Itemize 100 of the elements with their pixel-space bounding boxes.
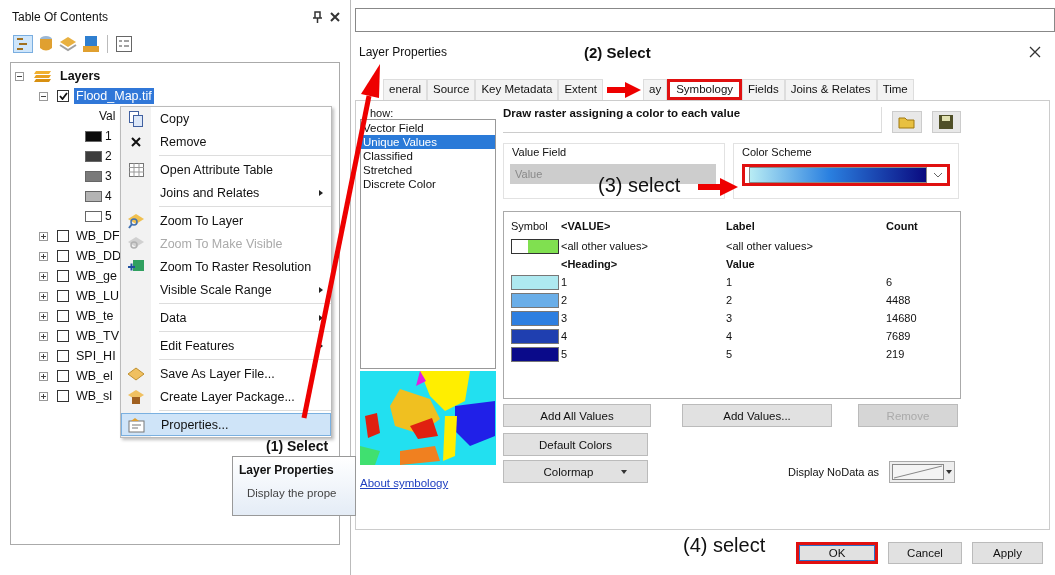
action-button[interactable]: Add Values... <box>682 404 832 427</box>
nodata-color-dropdown[interactable] <box>889 460 956 483</box>
menu-item[interactable]: Edit Features <box>121 334 331 357</box>
menu-item[interactable]: Open Attribute Table <box>121 158 331 181</box>
layer-checkbox[interactable] <box>57 310 69 322</box>
symbol-swatch[interactable] <box>511 274 559 290</box>
expander-icon[interactable] <box>39 351 48 361</box>
expander-icon[interactable] <box>39 291 48 301</box>
dialog-button[interactable]: Cancel <box>888 541 962 564</box>
layers-icon[interactable] <box>59 36 77 52</box>
layer-name[interactable]: WB_te <box>74 308 116 324</box>
close-icon[interactable] <box>330 12 340 22</box>
layer-group-label[interactable]: Layers <box>58 68 103 84</box>
column-header[interactable]: <VALUE> <box>561 220 726 232</box>
menu-item[interactable]: Zoom To Layer <box>121 209 331 232</box>
expander-icon[interactable] <box>39 311 48 321</box>
source-icon[interactable] <box>83 35 99 53</box>
layer-checkbox[interactable] <box>57 330 69 342</box>
tab[interactable]: ay <box>643 79 668 100</box>
list-item[interactable]: Discrete Color <box>361 177 495 191</box>
dialog-button[interactable]: OK <box>796 541 878 564</box>
menu-item[interactable]: Save As Layer File... <box>121 362 331 385</box>
expander-icon[interactable] <box>39 391 48 401</box>
annotation-text: (1) Select <box>266 439 329 453</box>
layer-name[interactable]: WB_sl <box>74 388 115 404</box>
menu-item[interactable]: Zoom To Raster Resolution <box>121 255 331 278</box>
caret-icon <box>946 469 953 474</box>
tab[interactable]: Key Metadata <box>475 79 559 100</box>
about-symbology-link[interactable]: About symbology <box>360 477 496 489</box>
default-colors-button[interactable]: Default Colors <box>503 433 648 456</box>
colormap-dropdown[interactable]: Colormap <box>503 460 648 483</box>
expander-icon[interactable] <box>39 371 48 381</box>
list-item[interactable]: Unique Values <box>361 135 495 149</box>
save-button[interactable] <box>931 111 961 133</box>
list-by-drawing-order-icon[interactable] <box>13 35 33 53</box>
tab[interactable]: Fields <box>742 79 785 100</box>
tab[interactable]: Source <box>426 79 476 100</box>
layer-name[interactable]: WB_DF <box>74 228 122 244</box>
save-icon <box>939 115 954 129</box>
menu-item[interactable]: Joins and Relates <box>121 181 331 204</box>
menu-item[interactable]: Remove <box>121 130 331 153</box>
expander-icon[interactable] <box>39 251 48 261</box>
dialog-title: Layer Properties <box>359 45 448 59</box>
layer-checkbox[interactable] <box>57 270 69 282</box>
tooltip-text: Display the prope <box>246 487 338 499</box>
menu-item[interactable]: Copy <box>121 107 331 130</box>
column-header[interactable]: Count <box>886 220 956 232</box>
tab[interactable]: Extent <box>558 79 603 100</box>
table-cell-text: 2 <box>561 294 569 306</box>
layer-checkbox[interactable] <box>57 370 69 382</box>
menu-item[interactable]: Data <box>121 306 331 329</box>
color-ramp-dropdown[interactable] <box>742 164 950 186</box>
input-field[interactable] <box>355 8 1055 32</box>
menu-item[interactable]: Properties... <box>121 413 331 436</box>
list-item[interactable]: Stretched <box>361 163 495 177</box>
layer-name[interactable]: Flood_Map.tif <box>74 88 154 104</box>
dialog-button[interactable]: Apply <box>972 541 1043 564</box>
layer-name[interactable]: WB_LU <box>74 288 122 304</box>
tab[interactable]: Time <box>876 79 914 100</box>
legend-heading: Val <box>99 108 116 125</box>
layer-checkbox[interactable] <box>57 390 69 402</box>
legend-label: 1 <box>105 129 112 143</box>
expander-icon[interactable] <box>15 71 24 81</box>
layer-name[interactable]: WB_ge <box>74 268 119 284</box>
tab[interactable]: Symbology <box>667 79 743 100</box>
expander-icon[interactable] <box>39 231 48 241</box>
table-cell-text: 4488 <box>886 294 912 306</box>
layer-checkbox[interactable] <box>57 90 69 102</box>
layer-name[interactable]: WB_el <box>74 368 115 384</box>
layer-name[interactable]: WB_TV <box>74 328 122 344</box>
symbol-swatch[interactable] <box>511 346 559 362</box>
expander-icon[interactable] <box>39 271 48 281</box>
column-header[interactable]: Symbol <box>511 220 561 232</box>
list-item[interactable]: Classified <box>361 149 495 163</box>
symbol-swatch[interactable] <box>511 328 559 344</box>
layer-checkbox[interactable] <box>57 350 69 362</box>
symbol-swatch[interactable] <box>511 310 559 326</box>
properties-icon <box>128 416 146 433</box>
legend-label: 2 <box>105 149 112 163</box>
symbol-swatch[interactable] <box>511 238 559 254</box>
tooltip-title: Layer Properties <box>239 463 335 477</box>
tab[interactable]: eneral <box>383 79 427 100</box>
layer-checkbox[interactable] <box>57 290 69 302</box>
layer-checkbox[interactable] <box>57 230 69 242</box>
symbol-swatch[interactable] <box>511 292 559 308</box>
layer-name[interactable]: SPI_HI <box>74 348 118 364</box>
menu-item[interactable]: Create Layer Package... <box>121 385 331 408</box>
pin-icon[interactable] <box>313 11 322 23</box>
options-icon[interactable] <box>116 36 132 52</box>
tab[interactable]: Joins & Relates <box>784 79 877 100</box>
package-icon <box>127 388 145 405</box>
close-icon[interactable] <box>1029 46 1041 58</box>
layer-checkbox[interactable] <box>57 250 69 262</box>
expander-icon[interactable] <box>39 331 48 341</box>
action-button[interactable]: Add All Values <box>503 404 651 427</box>
expander-icon[interactable] <box>39 91 48 101</box>
legend-label: 3 <box>105 169 112 183</box>
layer-name[interactable]: WB_DD <box>74 248 124 264</box>
column-header[interactable]: Label <box>726 220 886 232</box>
menu-item[interactable]: Visible Scale Range <box>121 278 331 301</box>
